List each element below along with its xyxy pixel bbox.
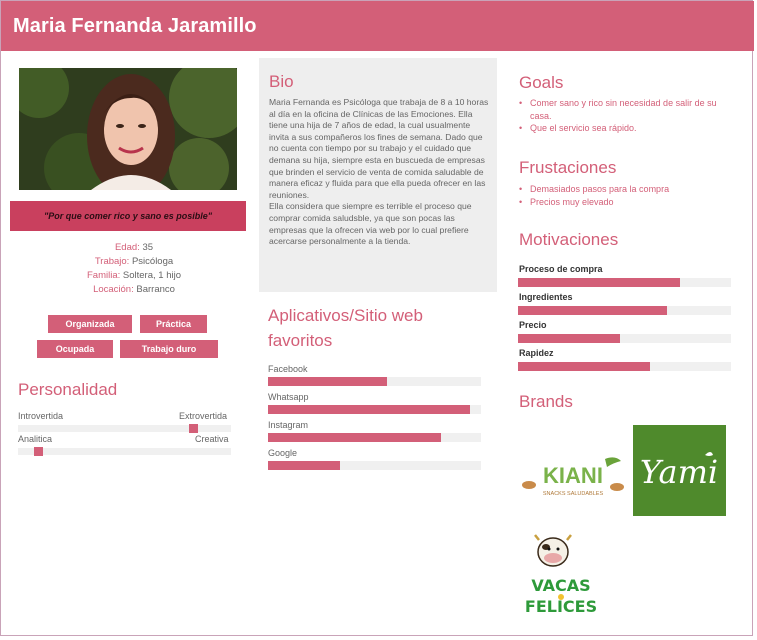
fact-family: Familia: Soltera, 1 hijo [17, 269, 251, 283]
tag-practica: Práctica [140, 315, 207, 333]
kiani-logo: KIANI SNACKS SALUDABLES [519, 453, 627, 501]
goals-title: Goals [519, 73, 564, 92]
scale-left-label: Analitica [18, 434, 53, 444]
fact-job: Trabajo: Psicóloga [17, 255, 251, 269]
app-bar-track [268, 405, 481, 414]
bio-text: Maria Fernanda es Psicóloga que trabaja … [269, 97, 489, 247]
app-bar-fill [268, 377, 388, 386]
scale-right-label: Creativa [195, 434, 229, 444]
tag-organizada: Organizada [48, 315, 132, 333]
personality-title: Personalidad [18, 380, 118, 399]
app-bar-track [268, 377, 481, 386]
frustrations-title: Frustaciones [519, 158, 617, 177]
fact-key: Trabajo: [94, 256, 130, 267]
tag-trabajo-duro: Trabajo duro [120, 340, 218, 358]
scale-knob [189, 424, 198, 433]
motivation-bar-track [518, 278, 731, 287]
fact-value: Psicóloga [131, 256, 174, 267]
app-bar-track [268, 433, 481, 442]
fact-key: Familia: [87, 270, 121, 281]
goals-list: Comer sano y rico sin necesidad de salir… [519, 97, 737, 135]
motivation-bar-track [518, 362, 731, 371]
scale-track-introvert-extrovert [18, 424, 231, 433]
fact-value: Barranco [136, 284, 175, 295]
scale-left-label: Introvertida [18, 411, 64, 421]
brands-title: Brands [519, 392, 573, 411]
motivation-bar-fill [518, 278, 680, 287]
goal-item: Que el servicio sea rápido. [519, 122, 737, 135]
scale-knob [34, 447, 43, 456]
fact-age: Edad: 35 [17, 241, 251, 255]
tag-ocupada: Ocupada [37, 340, 113, 358]
motivation-label: Precio [519, 320, 547, 330]
goal-item: Comer sano y rico sin necesidad de salir… [519, 97, 737, 122]
motivation-bar-fill [518, 362, 651, 371]
vacas-felices-logo: VACAS FELICES [521, 534, 609, 620]
app-bar-fill [268, 461, 341, 470]
fact-value: Soltera, 1 hijo [122, 270, 181, 281]
app-bar-fill [268, 405, 471, 414]
fact-key: Locación: [93, 284, 134, 295]
app-bar-track [268, 461, 481, 470]
kiani-tagline: SNACKS SALUDABLES [543, 491, 604, 497]
vacas-felices-wordmark: VACAS [531, 576, 590, 595]
app-bar-fill [268, 433, 441, 442]
persona-card: Maria Fernanda Jaramillo "Por que comer … [0, 0, 754, 636]
motivation-label: Rapidez [519, 348, 554, 358]
motivation-bar-track [518, 334, 731, 343]
yami-wordmark: Yami [640, 453, 718, 491]
persona-name: Maria Fernanda Jaramillo [13, 15, 257, 37]
fact-key: Edad: [114, 242, 140, 253]
fact-value: 35 [142, 242, 154, 253]
app-label: Instagram [268, 420, 309, 430]
app-label: Whatsapp [268, 392, 309, 402]
app-label: Google [268, 448, 298, 458]
persona-photo [19, 68, 237, 190]
apps-title: Aplicativos/Sitio web favoritos [268, 306, 423, 350]
motivation-label: Proceso de compra [519, 264, 603, 274]
motivation-bar-fill [518, 306, 668, 315]
scale-track-analytic-creative [18, 447, 231, 456]
app-label: Facebook [268, 364, 308, 374]
bio-panel: Bio Maria Fernanda es Psicóloga que trab… [259, 58, 497, 292]
yami-logo: Yami [633, 425, 726, 516]
motivation-bar-track [518, 306, 731, 315]
frustration-item: Precios muy elevado [519, 196, 737, 209]
persona-quote: "Por que comer rico y sano es posible" [10, 201, 246, 231]
motivation-label: Ingredientes [519, 292, 573, 302]
scale-right-label: Extrovertida [179, 411, 228, 421]
bio-title: Bio [269, 72, 294, 91]
fact-location: Locación: Barranco [17, 283, 251, 297]
frustration-item: Demasiados pasos para la compra [519, 183, 737, 196]
motivation-bar-fill [518, 334, 621, 343]
kiani-wordmark: KIANI [543, 463, 603, 488]
persona-facts: Edad: 35 Trabajo: Psicóloga Familia: Sol… [17, 241, 251, 297]
motivations-title: Motivaciones [519, 230, 619, 249]
header-bar: Maria Fernanda Jaramillo [1, 1, 754, 51]
frustrations-list: Demasiados pasos para la compra Precios … [519, 183, 737, 208]
